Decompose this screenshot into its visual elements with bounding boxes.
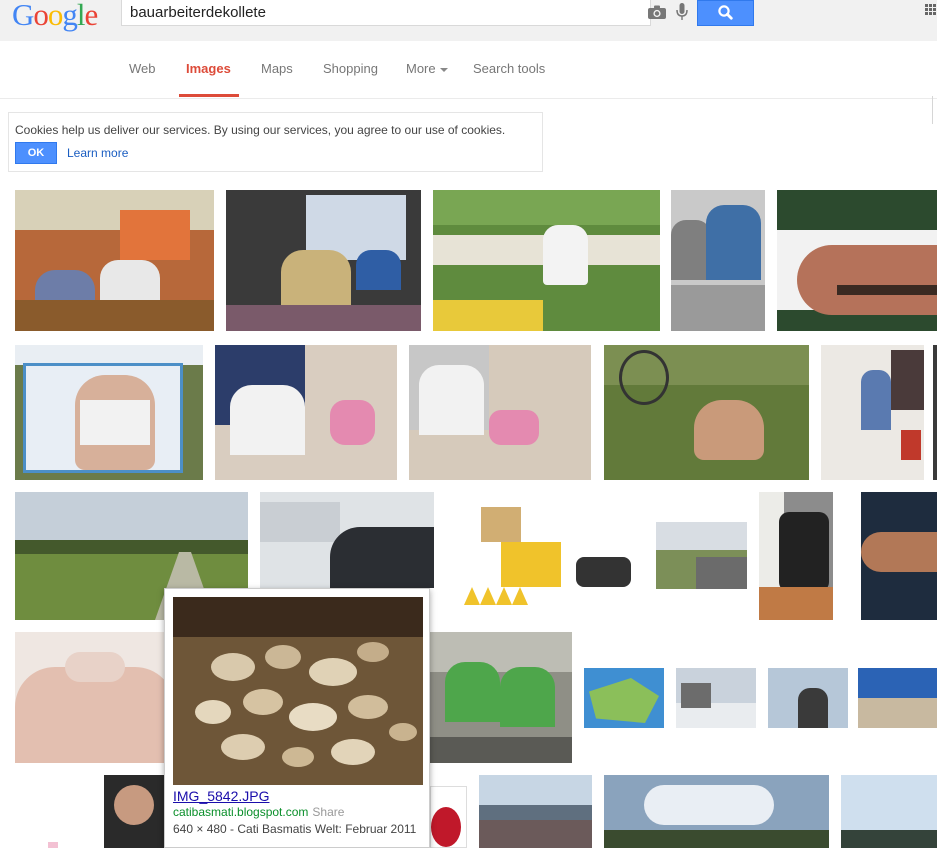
logo-letter: l — [76, 0, 86, 32]
image-result[interactable] — [433, 190, 660, 331]
apps-grid-icon[interactable] — [925, 4, 937, 16]
image-result[interactable] — [446, 492, 643, 620]
tab-more[interactable]: More — [406, 61, 448, 76]
share-link[interactable]: Share — [312, 805, 344, 819]
image-result[interactable] — [656, 522, 747, 589]
image-result[interactable] — [671, 190, 765, 331]
image-result[interactable] — [759, 492, 833, 620]
preview-image[interactable] — [173, 597, 423, 785]
preview-source: catibasmati.blogspot.com Share — [173, 805, 344, 819]
logo-letter: G — [12, 0, 34, 32]
image-result[interactable] — [479, 775, 592, 848]
image-result[interactable] — [861, 492, 937, 620]
search-input[interactable] — [130, 3, 630, 21]
tab-maps[interactable]: Maps — [261, 61, 293, 76]
image-result[interactable] — [226, 190, 421, 331]
tab-more-label: More — [406, 61, 436, 76]
top-bar: Google — [0, 0, 937, 41]
image-result[interactable] — [104, 775, 164, 848]
image-result[interactable] — [821, 345, 924, 480]
image-result[interactable] — [15, 632, 175, 763]
image-result[interactable] — [215, 345, 397, 480]
image-result[interactable] — [409, 345, 591, 480]
google-logo[interactable]: Google — [12, 0, 99, 33]
image-result[interactable] — [933, 345, 937, 480]
image-result[interactable] — [15, 190, 214, 331]
camera-icon[interactable] — [648, 5, 666, 19]
search-nav: Web Images Maps Shopping More Search too… — [0, 41, 937, 124]
image-result[interactable] — [604, 345, 809, 480]
logo-letter: o — [33, 0, 48, 32]
cookie-ok-button[interactable]: OK — [15, 142, 57, 164]
tab-shopping[interactable]: Shopping — [323, 61, 378, 76]
logo-letter: g — [62, 0, 77, 32]
image-result[interactable] — [604, 775, 829, 848]
image-result — [48, 842, 58, 848]
image-result[interactable] — [841, 775, 937, 848]
preview-description: 640 × 480 - Cati Basmatis Welt: Februar … — [173, 822, 417, 836]
cookie-text: Cookies help us deliver our services. By… — [15, 123, 506, 137]
image-result[interactable] — [768, 668, 848, 728]
image-result[interactable] — [676, 668, 756, 728]
active-tab-indicator — [179, 94, 239, 97]
image-result[interactable] — [858, 668, 937, 728]
preview-title-link[interactable]: IMG_5842.JPG — [173, 788, 270, 804]
divider — [932, 96, 933, 124]
microphone-icon[interactable] — [676, 3, 688, 21]
mushroom-photo — [173, 597, 423, 785]
image-preview-card[interactable]: IMG_5842.JPG catibasmati.blogspot.com Sha… — [164, 588, 430, 848]
image-result[interactable] — [260, 492, 434, 588]
tab-web[interactable]: Web — [129, 61, 156, 76]
image-result[interactable] — [584, 668, 664, 728]
image-result[interactable] — [777, 190, 937, 331]
cookie-notice: Cookies help us deliver our services. By… — [8, 112, 543, 172]
search-button[interactable] — [697, 0, 754, 26]
search-box[interactable] — [121, 0, 651, 26]
learn-more-link[interactable]: Learn more — [67, 146, 128, 160]
image-result[interactable] — [430, 786, 467, 848]
logo-letter: e — [84, 0, 99, 32]
tab-images[interactable]: Images — [186, 61, 231, 76]
chevron-down-icon — [439, 67, 448, 72]
image-result[interactable] — [15, 345, 203, 480]
image-result[interactable] — [430, 632, 572, 763]
preview-source-url[interactable]: catibasmati.blogspot.com — [173, 805, 308, 819]
logo-letter: o — [47, 0, 63, 32]
magnifier-icon — [718, 5, 733, 20]
tab-search-tools[interactable]: Search tools — [473, 61, 545, 76]
